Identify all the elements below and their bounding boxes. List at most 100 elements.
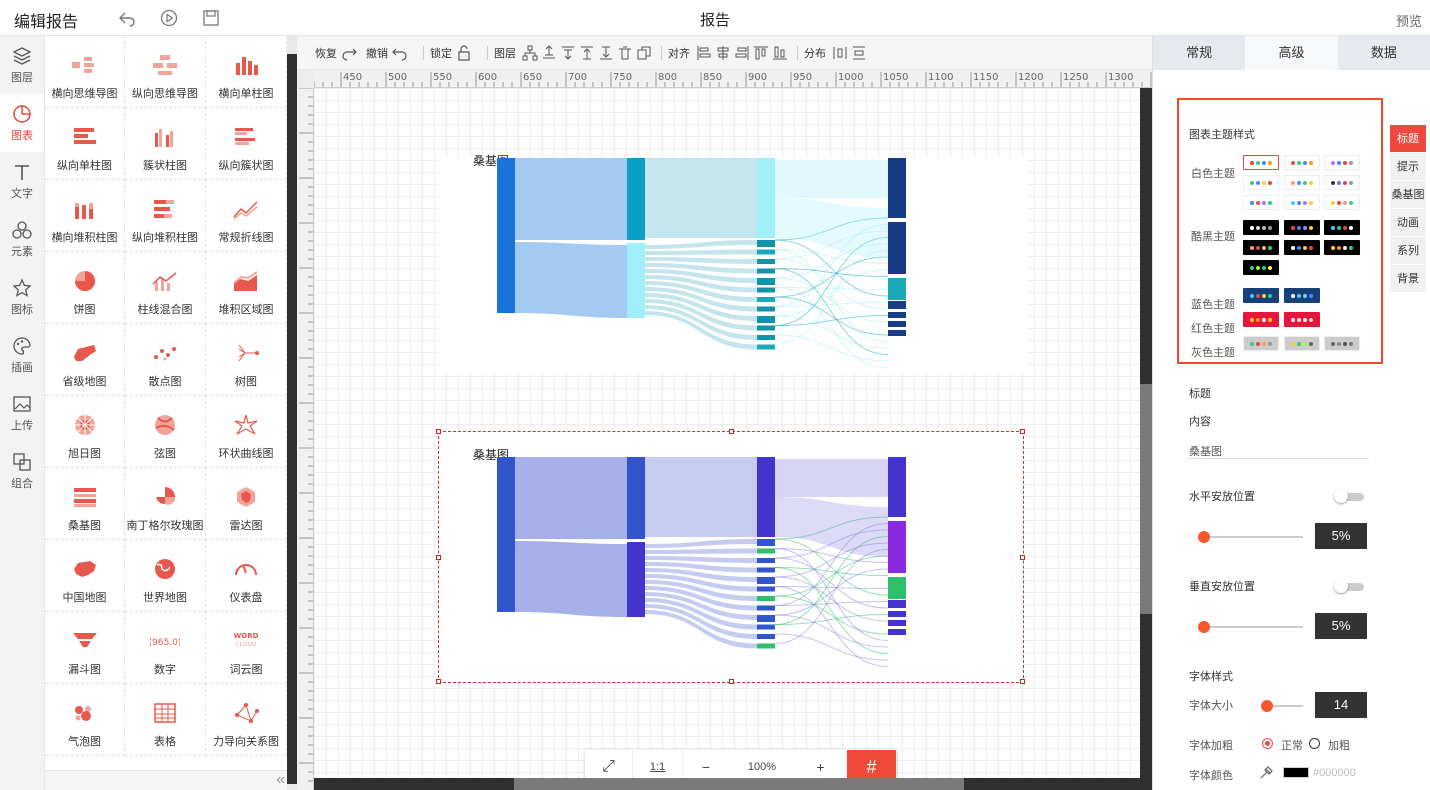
theme-swatch[interactable]	[1284, 288, 1320, 303]
align-top-icon[interactable]	[753, 45, 769, 61]
palette-item[interactable]: 饼图	[45, 252, 125, 324]
horizontal-position-value[interactable]: 5%	[1315, 523, 1367, 549]
theme-swatch[interactable]	[1324, 336, 1360, 351]
nav-charts[interactable]: 图表	[0, 94, 44, 152]
palette-item[interactable]: 旭日图	[45, 396, 125, 468]
sidetab-background[interactable]: 背景	[1390, 265, 1426, 293]
resize-handle[interactable]	[729, 679, 734, 684]
nav-illustration[interactable]: 插画	[0, 326, 44, 384]
palette-item[interactable]: 纵向单柱图	[45, 108, 125, 180]
resize-handle[interactable]	[436, 679, 441, 684]
theme-swatch[interactable]	[1324, 175, 1360, 190]
lock-button[interactable]: 锁定	[430, 44, 475, 61]
distribute-vertical-icon[interactable]	[851, 45, 867, 61]
resize-handle[interactable]	[1020, 679, 1025, 684]
nav-icons[interactable]: 图标	[0, 268, 44, 326]
palette-item[interactable]: 气泡图	[45, 684, 125, 756]
palette-item[interactable]: 雷达图	[206, 468, 287, 540]
palette-item[interactable]: 环状曲线图	[206, 396, 287, 468]
vertical-position-toggle[interactable]	[1334, 579, 1364, 593]
palette-item[interactable]: 纵向思维导图	[125, 36, 206, 108]
redo-button[interactable]: 恢复	[315, 45, 360, 61]
tab-general[interactable]: 常规	[1153, 36, 1245, 70]
theme-swatch[interactable]	[1284, 155, 1320, 170]
theme-swatch[interactable]	[1243, 155, 1279, 170]
vertical-position-value[interactable]: 5%	[1315, 613, 1367, 639]
sidetab-series[interactable]: 系列	[1390, 237, 1426, 265]
resize-handle[interactable]	[436, 429, 441, 434]
theme-swatch[interactable]	[1324, 195, 1360, 210]
palette-item[interactable]: WORD CLOUD 词云图	[206, 612, 287, 684]
preview-button[interactable]: 预览	[1396, 11, 1422, 30]
palette-item[interactable]: 漏斗图	[45, 612, 125, 684]
nav-text[interactable]: 文字	[0, 152, 44, 210]
slider-thumb[interactable]	[1198, 531, 1211, 543]
play-icon[interactable]	[160, 9, 178, 27]
font-color-swatch[interactable]	[1283, 767, 1309, 778]
undo-button[interactable]: 撤销	[366, 45, 411, 61]
theme-swatch[interactable]	[1243, 240, 1279, 255]
palette-item[interactable]: 柱线混合图	[125, 252, 206, 324]
palette-item[interactable]: 树图	[206, 324, 287, 396]
font-size-slider[interactable]	[1261, 700, 1303, 712]
palette-item[interactable]: 弦图	[125, 396, 206, 468]
theme-swatch[interactable]	[1324, 240, 1360, 255]
palette-item[interactable]: 堆积区域图	[206, 252, 287, 324]
palette-item[interactable]: 常规折线图	[206, 180, 287, 252]
sidetab-tooltip[interactable]: 提示	[1390, 153, 1426, 181]
bring-up-icon[interactable]	[541, 44, 557, 61]
theme-swatch[interactable]	[1284, 312, 1320, 327]
palette-item[interactable]: 纵向簇状图	[206, 108, 287, 180]
send-bottom-icon[interactable]	[598, 45, 614, 61]
distribute-horizontal-icon[interactable]	[832, 45, 848, 61]
theme-swatch[interactable]	[1243, 260, 1279, 275]
theme-swatch[interactable]	[1324, 155, 1360, 170]
palette-item[interactable]: 中国地图	[45, 540, 125, 612]
collapse-icon[interactable]: «	[276, 771, 285, 789]
palette-item[interactable]: 簇状柱图	[125, 108, 206, 180]
theme-swatch[interactable]	[1243, 220, 1279, 235]
palette-scrollbar[interactable]	[287, 36, 297, 790]
theme-swatch[interactable]	[1243, 195, 1279, 210]
horizontal-position-toggle[interactable]	[1334, 489, 1364, 503]
palette-item[interactable]: 桑基图	[45, 468, 125, 540]
palette-item[interactable]: 横向单柱图	[206, 36, 287, 108]
save-icon[interactable]	[202, 9, 220, 27]
align-left-icon[interactable]	[696, 45, 712, 61]
resize-handle[interactable]	[436, 555, 441, 560]
nav-elements[interactable]: 元素	[0, 210, 44, 268]
align-bottom-icon[interactable]	[772, 45, 788, 61]
theme-swatch[interactable]	[1284, 240, 1320, 255]
theme-swatch[interactable]	[1243, 336, 1279, 351]
horizontal-position-slider[interactable]	[1198, 531, 1303, 543]
vertical-position-slider[interactable]	[1198, 621, 1303, 633]
delete-icon[interactable]	[617, 45, 633, 61]
resize-handle[interactable]	[1020, 429, 1025, 434]
nav-layers[interactable]: 图层	[0, 36, 44, 94]
canvas-vertical-scrollbar[interactable]	[1140, 88, 1152, 790]
palette-item[interactable]: (965.0) 数字	[125, 612, 206, 684]
layer-tree-icon[interactable]	[522, 45, 538, 61]
palette-item[interactable]: 表格	[125, 684, 206, 756]
palette-item[interactable]: 仪表盘	[206, 540, 287, 612]
theme-swatch[interactable]	[1243, 312, 1279, 327]
bring-top-icon[interactable]	[579, 45, 595, 61]
theme-swatch[interactable]	[1243, 175, 1279, 190]
nav-upload[interactable]: 上传	[0, 384, 44, 442]
sidetab-sankey[interactable]: 桑基图	[1390, 181, 1426, 209]
send-down-icon[interactable]	[560, 45, 576, 61]
palette-item[interactable]: 纵向堆积柱图	[125, 180, 206, 252]
selection-frame[interactable]	[436, 429, 1025, 684]
palette-item[interactable]: 力导向关系图	[206, 684, 287, 756]
slider-thumb[interactable]	[1198, 621, 1211, 633]
palette-item[interactable]: 散点图	[125, 324, 206, 396]
theme-swatch[interactable]	[1284, 220, 1320, 235]
sidetab-title[interactable]: 标题	[1390, 125, 1426, 153]
theme-swatch[interactable]	[1284, 336, 1320, 351]
palette-item[interactable]: 南丁格尔玫瑰图	[125, 468, 206, 540]
palette-item[interactable]: 省级地图	[45, 324, 125, 396]
tab-data[interactable]: 数据	[1338, 36, 1430, 70]
back-icon[interactable]	[118, 9, 136, 27]
font-size-value[interactable]: 14	[1315, 692, 1367, 718]
tab-advanced[interactable]: 高级	[1245, 36, 1338, 70]
